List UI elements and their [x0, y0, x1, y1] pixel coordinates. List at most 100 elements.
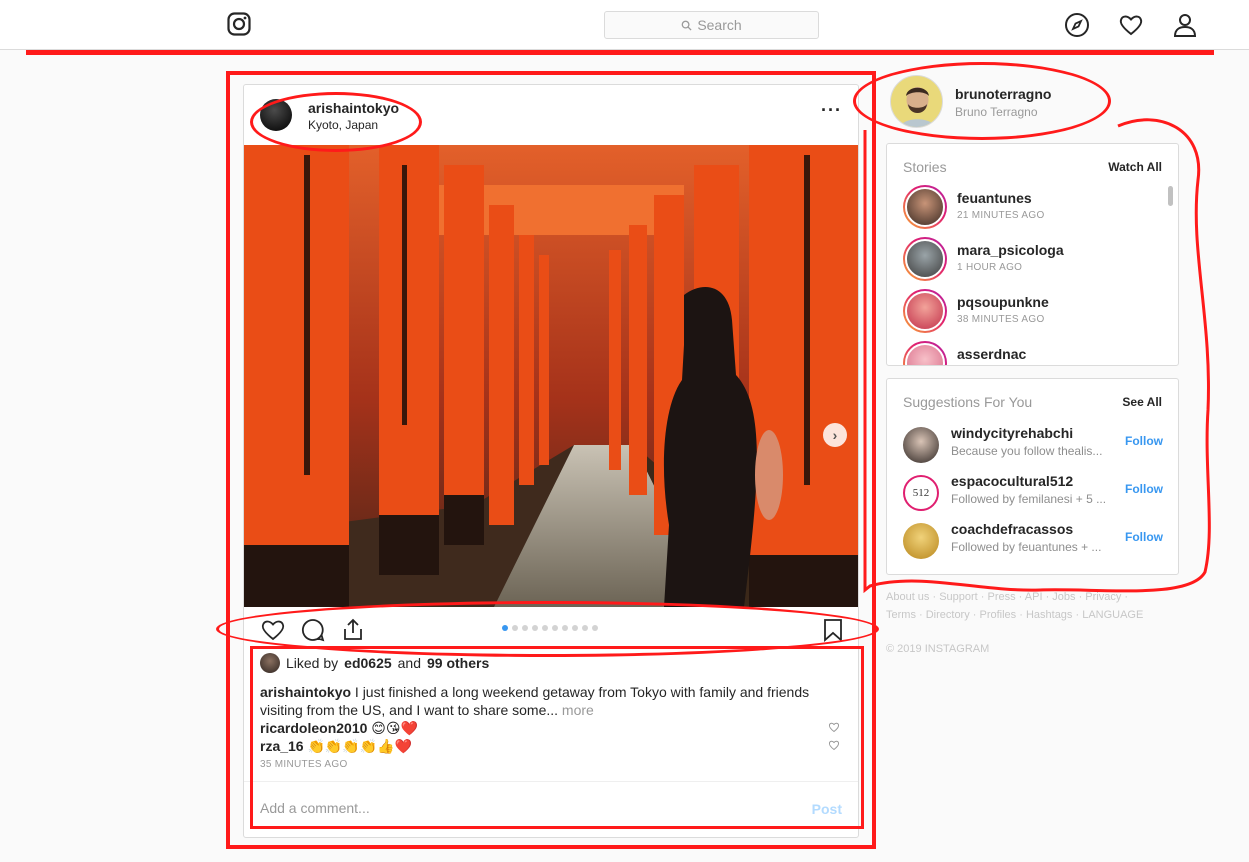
add-comment-section: Post: [244, 781, 858, 837]
post-photo[interactable]: ›: [244, 145, 858, 607]
story-ring: [903, 341, 947, 365]
carousel-dot-active: [502, 625, 508, 631]
story-time: 1 HOUR AGO: [957, 262, 1023, 273]
story-ring: [903, 237, 947, 281]
suggestion-avatar[interactable]: [903, 523, 939, 559]
torii-gate-photo: [244, 145, 858, 607]
suggestions-title: Suggestions For You: [903, 394, 1033, 410]
comment-icon[interactable]: [300, 617, 326, 643]
story-avatar: [905, 187, 945, 227]
story-item[interactable]: asserdnac: [903, 341, 1163, 365]
search-input[interactable]: Search: [604, 11, 819, 39]
annotation-underline: [26, 50, 1214, 55]
post-author-avatar[interactable]: [260, 99, 292, 131]
story-item[interactable]: pqsoupunkne 38 MINUTES AGO: [903, 289, 1163, 333]
suggestion-avatar[interactable]: [903, 427, 939, 463]
suggestion-item: 512 espacocultural512 Followed by femila…: [903, 473, 1163, 513]
post-timestamp[interactable]: 35 MINUTES AGO: [260, 759, 348, 770]
instagram-logo-icon[interactable]: [227, 12, 251, 36]
story-ring: [903, 185, 947, 229]
post-location[interactable]: Kyoto, Japan: [308, 118, 378, 132]
see-all-link[interactable]: See All: [1122, 395, 1162, 409]
suggestion-avatar[interactable]: 512: [903, 475, 939, 511]
carousel-dot: [532, 625, 538, 631]
likes-prefix: Liked by: [286, 655, 339, 671]
suggestion-reason: Followed by femilanesi + 5 ...: [951, 492, 1107, 506]
comment-text: 😊😘❤️: [371, 720, 418, 736]
comment-like-icon[interactable]: [828, 721, 840, 733]
current-user-photo: [891, 76, 942, 127]
caption-username[interactable]: arishaintokyo: [260, 684, 351, 700]
story-item[interactable]: mara_psicologa 1 HOUR AGO: [903, 237, 1163, 281]
story-username: feuantunes: [957, 190, 1032, 206]
compass-icon[interactable]: [1064, 12, 1090, 38]
search-icon: [681, 20, 692, 31]
share-icon[interactable]: [340, 617, 366, 643]
watch-all-link[interactable]: Watch All: [1108, 160, 1162, 174]
suggestions-panel: Suggestions For You See All windycityreh…: [886, 378, 1179, 575]
story-time: 21 MINUTES AGO: [957, 210, 1045, 221]
suggestion-item: coachdefracassos Followed by feuantunes …: [903, 521, 1163, 561]
stories-scrollbar[interactable]: [1168, 186, 1173, 206]
post-action-bar: [244, 607, 858, 651]
comment-username[interactable]: ricardoleon2010: [260, 720, 367, 736]
caption-more-link[interactable]: more: [562, 702, 594, 718]
footer-links-line1[interactable]: About us · Support · Press · API · Jobs …: [886, 591, 1128, 603]
carousel-next-button[interactable]: ›: [823, 423, 847, 447]
stories-panel: Stories Watch All feuantunes 21 MINUTES …: [886, 143, 1179, 366]
comment-like-icon[interactable]: [828, 739, 840, 751]
suggestion-username[interactable]: espacocultural512: [951, 473, 1073, 489]
search-placeholder: Search: [697, 17, 742, 33]
more-options-icon[interactable]: ···: [821, 101, 842, 119]
carousel-indicator: [502, 625, 598, 631]
carousel-dot: [552, 625, 558, 631]
top-navigation-bar: Search: [0, 0, 1249, 50]
story-avatar: [905, 291, 945, 331]
carousel-dot: [582, 625, 588, 631]
comment-input[interactable]: [260, 800, 760, 816]
current-user-avatar[interactable]: [890, 75, 943, 128]
likes-others-link[interactable]: 99 others: [427, 655, 489, 671]
comment-username[interactable]: rza_16: [260, 738, 304, 754]
footer-copyright: © 2019 INSTAGRAM: [886, 643, 990, 655]
likes-joiner: and: [397, 655, 421, 671]
profile-icon[interactable]: [1172, 12, 1198, 38]
current-user-username[interactable]: brunoterragno: [955, 86, 1051, 102]
current-user-fullname: Bruno Terragno: [955, 105, 1038, 119]
suggestion-item: windycityrehabchi Because you follow the…: [903, 425, 1163, 465]
comment-row: rza_16 👏👏👏👏👍❤️: [260, 737, 840, 755]
story-username: pqsoupunkne: [957, 294, 1049, 310]
liker-avatar[interactable]: [260, 653, 280, 673]
heart-icon[interactable]: [1118, 12, 1144, 38]
suggestion-reason: Followed by feuantunes + ...: [951, 540, 1102, 554]
stories-title: Stories: [903, 159, 947, 175]
story-username: mara_psicologa: [957, 242, 1064, 258]
comment-text: 👏👏👏👏👍❤️: [307, 738, 413, 754]
liker-username[interactable]: ed0625: [344, 655, 391, 671]
post-comment-button[interactable]: Post: [812, 801, 842, 817]
like-heart-icon[interactable]: [260, 617, 286, 643]
post-caption: arishaintokyo I just finished a long wee…: [260, 683, 840, 719]
carousel-dot: [592, 625, 598, 631]
carousel-dot: [512, 625, 518, 631]
carousel-dot: [562, 625, 568, 631]
story-avatar: [905, 239, 945, 279]
follow-button[interactable]: Follow: [1125, 482, 1163, 496]
story-time: 38 MINUTES AGO: [957, 314, 1045, 325]
story-item[interactable]: feuantunes 21 MINUTES AGO: [903, 185, 1163, 229]
story-avatar: [905, 343, 945, 365]
suggestion-reason: Because you follow thealis...: [951, 444, 1103, 458]
feed-post: arishaintokyo Kyoto, Japan ··· › Liked b…: [243, 84, 859, 838]
post-author-username[interactable]: arishaintokyo: [308, 100, 399, 116]
follow-button[interactable]: Follow: [1125, 434, 1163, 448]
carousel-dot: [542, 625, 548, 631]
suggestion-username[interactable]: windycityrehabchi: [951, 425, 1073, 441]
follow-button[interactable]: Follow: [1125, 530, 1163, 544]
likes-summary: Liked by ed0625 and 99 others: [260, 653, 489, 673]
post-header: arishaintokyo Kyoto, Japan ···: [244, 85, 858, 145]
footer-links-line2[interactable]: Terms · Directory · Profiles · Hashtags …: [886, 609, 1143, 621]
story-username: asserdnac: [957, 346, 1027, 362]
bookmark-icon[interactable]: [822, 617, 844, 643]
suggestion-username[interactable]: coachdefracassos: [951, 521, 1073, 537]
carousel-dot: [522, 625, 528, 631]
